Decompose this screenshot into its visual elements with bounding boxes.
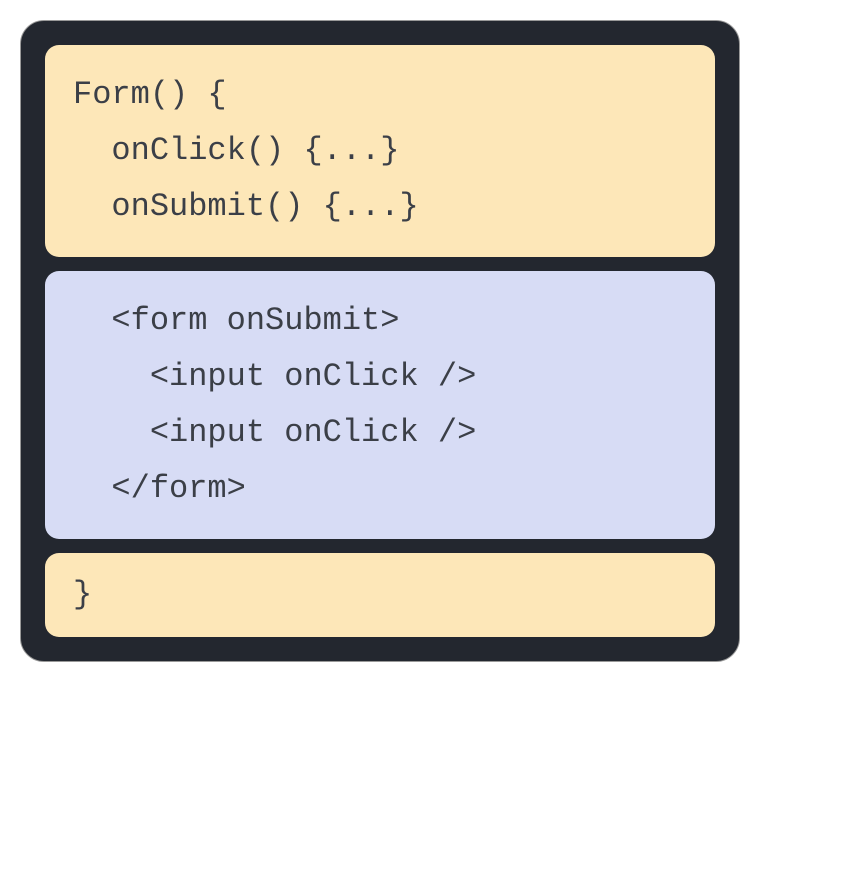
jsx-markup-block: <form onSubmit> <input onClick /> <input… xyxy=(45,271,715,539)
code-line: <input onClick /> xyxy=(73,358,476,395)
code-line: onSubmit() {...} xyxy=(73,188,419,225)
component-definition-block: Form() { onClick() {...} onSubmit() {...… xyxy=(45,45,715,257)
closing-brace-block: } xyxy=(45,553,715,637)
code-diagram-container: Form() { onClick() {...} onSubmit() {...… xyxy=(20,20,740,662)
code-line: <form onSubmit> xyxy=(73,302,399,339)
code-line: </form> xyxy=(73,470,246,507)
code-line: <input onClick /> xyxy=(73,414,476,451)
code-line: Form() { xyxy=(73,76,227,113)
code-line: } xyxy=(73,576,92,613)
code-line: onClick() {...} xyxy=(73,132,399,169)
